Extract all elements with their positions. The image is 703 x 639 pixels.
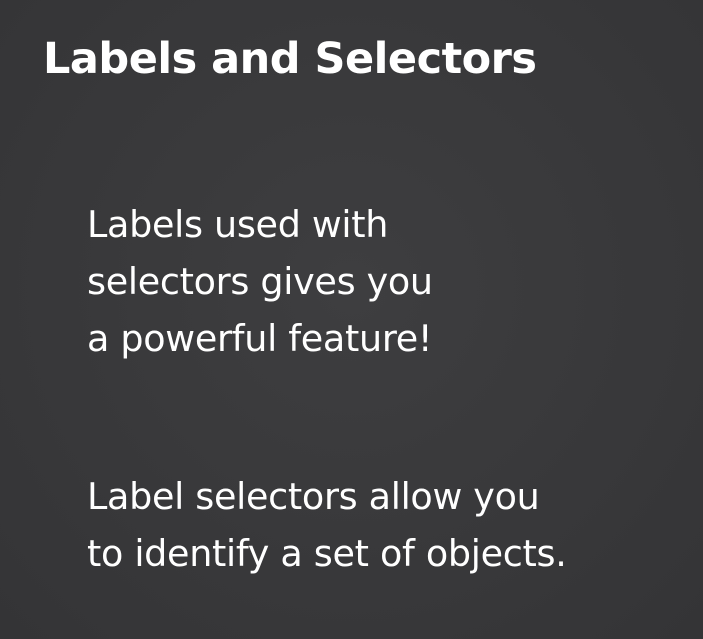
slide-title: Labels and Selectors bbox=[43, 34, 537, 84]
paragraph-line: Label selectors allow you bbox=[87, 475, 540, 518]
paragraph-line: to identify a set of objects. bbox=[87, 532, 567, 575]
paragraph-line: Labels used with bbox=[87, 203, 389, 246]
paragraph-labels-with-selectors: Labels used with selectors gives you a p… bbox=[87, 196, 433, 367]
slide: Labels and Selectors Labels used with se… bbox=[0, 0, 703, 639]
paragraph-label-selectors: Label selectors allow you to identify a … bbox=[87, 468, 567, 582]
paragraph-line: a powerful feature! bbox=[87, 317, 433, 360]
paragraph-line: selectors gives you bbox=[87, 260, 433, 303]
